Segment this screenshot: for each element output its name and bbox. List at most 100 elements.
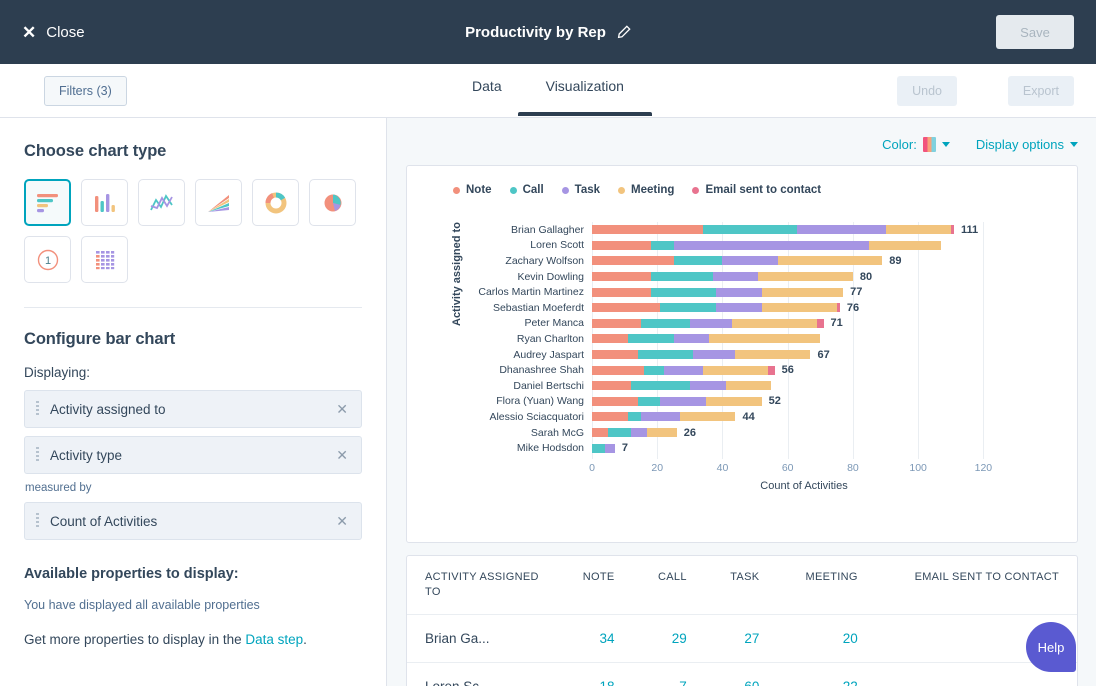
bar-segment-note[interactable] (592, 381, 632, 391)
bar-segment-meeting[interactable] (680, 412, 736, 422)
property-pill-activity-type[interactable]: Activity type ✕ (24, 436, 362, 474)
table-column-header[interactable]: MEETING (777, 556, 875, 614)
bar-segment-call[interactable] (637, 350, 694, 360)
table-column-header[interactable]: NOTE (557, 556, 633, 614)
bar-segment-meeting[interactable] (869, 240, 941, 250)
undo-button[interactable]: Undo (897, 76, 957, 106)
chart-bar-row[interactable]: Flora (Yuan) Wang 52 (467, 394, 1079, 410)
table-cell-value[interactable]: 7 (632, 661, 705, 686)
bar-segment-call[interactable] (650, 287, 716, 297)
bar-segment-note[interactable] (592, 272, 651, 282)
property-pill-count-of-activities[interactable]: Count of Activities ✕ (24, 502, 362, 540)
chart-bar-row[interactable]: Loren Scott (467, 238, 1079, 254)
bar-segment-call[interactable] (627, 334, 674, 344)
chart-type-table-chart[interactable] (81, 236, 128, 283)
bar-segment-call[interactable] (650, 272, 713, 282)
bar-segment-meeting[interactable] (758, 272, 853, 282)
bar-segment-note[interactable] (592, 225, 703, 235)
color-picker[interactable]: Color: (882, 136, 950, 152)
bar-segment-task[interactable] (689, 318, 733, 328)
table-cell-value[interactable]: 29 (632, 613, 705, 663)
bar-segment-meeting[interactable] (761, 303, 837, 313)
chart-type-single-value-chart[interactable]: 1 (24, 236, 71, 283)
drag-handle-icon[interactable] (36, 401, 39, 417)
legend-item-meeting[interactable]: Meeting (618, 184, 674, 196)
bar-segment-call[interactable] (637, 396, 661, 406)
bar-segment-call[interactable] (592, 443, 606, 453)
bar-segment-call[interactable] (650, 240, 674, 250)
bar-segment-email-sent-to-contact[interactable] (836, 303, 840, 313)
bar-segment-meeting[interactable] (725, 381, 772, 391)
bar-segment-note[interactable] (592, 287, 651, 297)
bar-segment-task[interactable] (660, 396, 707, 406)
close-button[interactable]: ✕ Close (22, 24, 85, 41)
table-cell-value[interactable]: 34 (557, 613, 633, 663)
export-button[interactable]: Export (1007, 76, 1074, 106)
bar-segment-call[interactable] (627, 412, 641, 422)
bar-segment-task[interactable] (715, 287, 762, 297)
bar-segment-task[interactable] (673, 334, 710, 344)
table-column-header[interactable]: ACTIVITY ASSIGNED TO (407, 556, 557, 614)
chart-bar-row[interactable]: Daniel Bertschi (467, 378, 1079, 394)
bar-segment-note[interactable] (592, 365, 645, 375)
remove-property-icon[interactable]: ✕ (336, 402, 348, 416)
bar-segment-task[interactable] (640, 412, 681, 422)
legend-item-email-sent-to-contact[interactable]: Email sent to contact (692, 184, 821, 196)
bar-segment-task[interactable] (605, 443, 615, 453)
chart-bar-row[interactable]: Ryan Charlton (467, 331, 1079, 347)
bar-segment-meeting[interactable] (709, 334, 821, 344)
bar-segment-task[interactable] (663, 365, 703, 375)
tab-visualization[interactable]: Visualization (517, 78, 653, 116)
bar-segment-task[interactable] (712, 272, 759, 282)
property-pill-activity-assigned-to[interactable]: Activity assigned to ✕ (24, 390, 362, 428)
chart-bar-row[interactable]: Audrey Jaspart 67 (467, 347, 1079, 363)
bar-segment-call[interactable] (640, 318, 690, 328)
bar-segment-note[interactable] (592, 318, 641, 328)
chart-bar-row[interactable]: Kevin Dowling 80 (467, 269, 1079, 285)
table-cell-value[interactable]: 20 (777, 613, 876, 663)
table-cell-value[interactable]: 18 (557, 661, 633, 686)
drag-handle-icon[interactable] (36, 447, 39, 463)
bar-segment-note[interactable] (592, 303, 661, 313)
chart-bar-row[interactable]: Peter Manca 71 (467, 316, 1079, 332)
table-column-header[interactable]: CALL (633, 556, 705, 614)
chart-type-donut-chart[interactable] (252, 179, 299, 226)
bar-segment-call[interactable] (702, 225, 798, 235)
table-cell-value[interactable]: 27 (704, 613, 778, 663)
legend-item-task[interactable]: Task (561, 184, 600, 196)
bar-segment-task[interactable] (722, 256, 778, 266)
help-button[interactable]: Help (1026, 622, 1076, 672)
bar-segment-task[interactable] (797, 225, 886, 235)
bar-segment-task[interactable] (631, 428, 648, 438)
bar-segment-note[interactable] (592, 396, 638, 406)
bar-segment-note[interactable] (592, 412, 628, 422)
chart-bar-row[interactable]: Alessio Sciacquatori 44 (467, 409, 1079, 425)
remove-property-icon[interactable]: ✕ (336, 514, 348, 528)
legend-item-note[interactable]: Note (453, 184, 492, 196)
bar-segment-task[interactable] (715, 303, 762, 313)
data-step-link[interactable]: Data step (245, 632, 303, 647)
save-button[interactable]: Save (996, 15, 1074, 49)
bar-segment-email-sent-to-contact[interactable] (817, 318, 824, 328)
chart-type-pie-chart[interactable] (309, 179, 356, 226)
bar-segment-email-sent-to-contact[interactable] (950, 225, 954, 235)
bar-segment-meeting[interactable] (647, 428, 677, 438)
bar-segment-call[interactable] (608, 428, 632, 438)
bar-segment-call[interactable] (631, 381, 690, 391)
bar-segment-meeting[interactable] (702, 365, 769, 375)
bar-segment-meeting[interactable] (735, 350, 811, 360)
bar-segment-note[interactable] (592, 350, 638, 360)
bar-segment-task[interactable] (693, 350, 736, 360)
chart-bar-row[interactable]: Carlos Martin Martinez 77 (467, 284, 1079, 300)
bar-segment-meeting[interactable] (885, 225, 951, 235)
table-row[interactable]: Brian Ga... 34 29 27 20 (407, 613, 1077, 663)
pencil-icon[interactable] (616, 24, 631, 40)
chart-type-line-chart[interactable] (138, 179, 185, 226)
table-cell-value[interactable]: 60 (704, 661, 778, 686)
chart-bar-row[interactable]: Zachary Wolfson 89 (467, 253, 1079, 269)
bar-segment-task[interactable] (673, 240, 870, 250)
chart-type-vertical-bar-chart[interactable] (81, 179, 128, 226)
chart-bar-row[interactable]: Sebastian Moeferdt 76 (467, 300, 1079, 316)
bar-segment-call[interactable] (660, 303, 716, 313)
bar-segment-call[interactable] (644, 365, 664, 375)
